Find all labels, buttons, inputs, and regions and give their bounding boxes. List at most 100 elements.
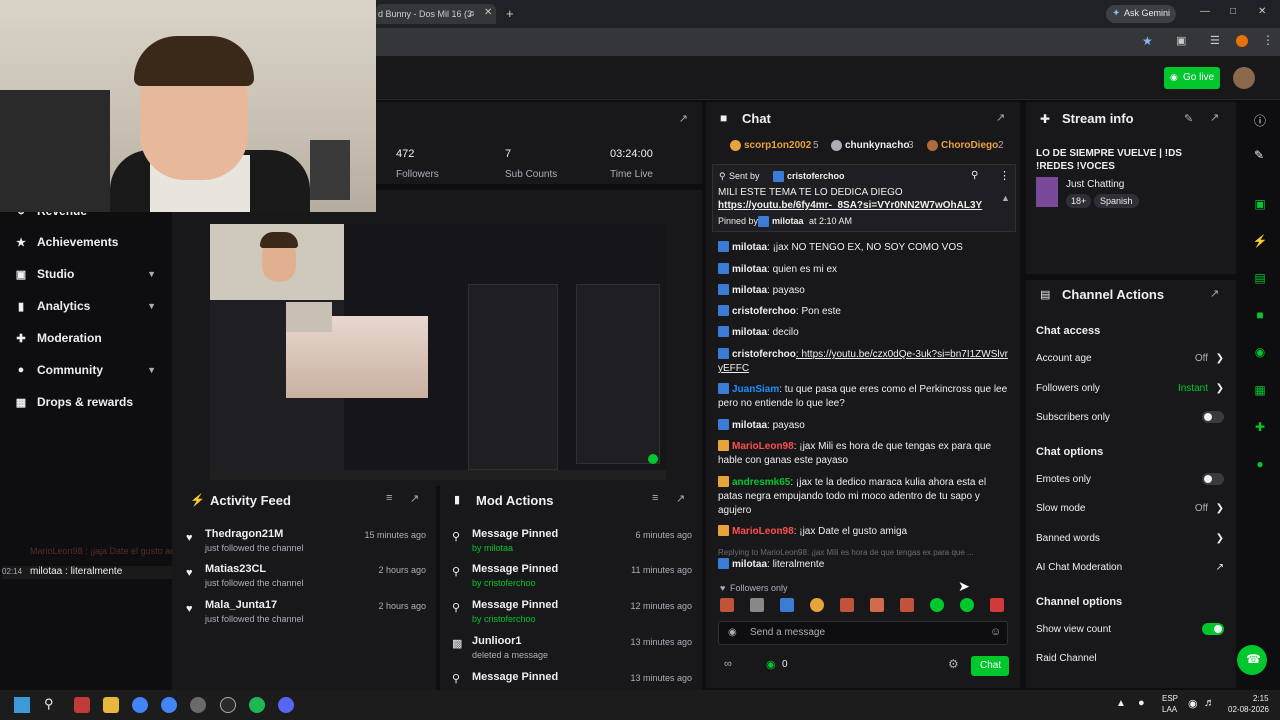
- chat-username[interactable]: MarioLeon98: [732, 526, 794, 537]
- spotify-icon[interactable]: [249, 697, 265, 713]
- subscribers-only-toggle[interactable]: [1202, 411, 1224, 423]
- more-icon[interactable]: ⋮: [1262, 33, 1274, 47]
- filter-icon[interactable]: ≡: [652, 492, 658, 504]
- chat-username[interactable]: milotaa: [732, 559, 767, 570]
- chevron-up-icon[interactable]: ▲: [1116, 698, 1126, 709]
- emote-icon[interactable]: [870, 598, 884, 612]
- volume-icon[interactable]: ♬: [1204, 697, 1215, 709]
- settings-icon[interactable]: [190, 697, 206, 713]
- file-explorer-icon[interactable]: [103, 697, 119, 713]
- unpin-icon[interactable]: ⚲: [971, 170, 978, 181]
- chat-input[interactable]: ◉ Send a message ☺: [718, 621, 1008, 645]
- slow-mode-row[interactable]: Slow mode Off ❯: [1036, 503, 1224, 514]
- broadcast-icon[interactable]: ◉: [1252, 345, 1268, 361]
- top-chatter-name[interactable]: scorp1on2002: [744, 140, 811, 151]
- stream-tag[interactable]: 18+: [1066, 194, 1092, 208]
- sidebar-item-studio[interactable]: ▣ Studio ▼: [14, 263, 164, 285]
- chrome-icon[interactable]: [161, 697, 177, 713]
- top-chatter-name[interactable]: ChoroDiego: [941, 140, 998, 151]
- chrome-icon[interactable]: [132, 697, 148, 713]
- discord-icon[interactable]: [278, 697, 294, 713]
- mod-action-by[interactable]: by cristoferchoo: [472, 614, 536, 624]
- more-icon[interactable]: ⋮: [999, 169, 1010, 182]
- chevron-up-icon[interactable]: ▲: [1001, 193, 1010, 203]
- chat-username[interactable]: JuanSiam: [732, 384, 779, 395]
- maximize-icon[interactable]: □: [1230, 6, 1236, 17]
- chat-username[interactable]: MarioLeon98: [732, 441, 794, 452]
- clock-time[interactable]: 2:15: [1253, 694, 1269, 703]
- help-bubble[interactable]: ☎: [1237, 645, 1267, 675]
- stream-preview[interactable]: [210, 224, 666, 480]
- popout-icon[interactable]: ↗: [1210, 287, 1219, 300]
- chat-username[interactable]: milotaa: [732, 242, 767, 253]
- focus-icon[interactable]: ▣: [1252, 197, 1268, 213]
- account-age-row[interactable]: Account age Off ❯: [1036, 353, 1224, 364]
- emote-icon[interactable]: [900, 598, 914, 612]
- chat-bubble-icon[interactable]: ■: [1252, 308, 1268, 324]
- gear-icon[interactable]: ⚙: [948, 657, 959, 671]
- sidebar-item-moderation[interactable]: ✚ Moderation: [14, 327, 164, 349]
- chat-username[interactable]: milotaa: [732, 264, 767, 275]
- emote-icon[interactable]: [810, 598, 824, 612]
- wrench-icon[interactable]: ✚: [1252, 420, 1268, 436]
- chat-send-button[interactable]: Chat: [971, 656, 1009, 676]
- emote-icon[interactable]: [750, 598, 764, 612]
- close-tab-icon[interactable]: ✕: [484, 7, 492, 18]
- popout-icon[interactable]: ↗: [676, 492, 685, 505]
- pinned-by-user[interactable]: milotaa: [772, 216, 804, 226]
- emote-icon[interactable]: [960, 598, 974, 612]
- search-icon[interactable]: ⚲: [44, 696, 54, 712]
- chat-username[interactable]: cristoferchoo: [732, 349, 796, 360]
- menu-icon[interactable]: ☰: [1210, 34, 1220, 47]
- chat-username[interactable]: milotaa: [732, 420, 767, 431]
- mod-action-by[interactable]: by cristoferchoo: [472, 578, 536, 588]
- sidebar-item-community[interactable]: ● Community ▼: [14, 359, 164, 381]
- chat-username[interactable]: andresmk65: [732, 477, 790, 488]
- stream-tag[interactable]: Spanish: [1094, 194, 1139, 208]
- raid-channel-row[interactable]: Raid Channel: [1036, 653, 1224, 664]
- minimize-icon[interactable]: —: [1200, 6, 1210, 17]
- banned-words-row[interactable]: Banned words ❯: [1036, 533, 1224, 544]
- emote-icon[interactable]: [990, 598, 1004, 612]
- app-icon[interactable]: [74, 697, 90, 713]
- points-icon[interactable]: ◉: [766, 658, 776, 671]
- pencil-icon[interactable]: ✎: [1254, 148, 1264, 162]
- stream-category[interactable]: Just Chatting: [1066, 179, 1124, 190]
- info-icon[interactable]: ⓘ: [1254, 112, 1266, 129]
- followers-only-row[interactable]: Followers only Instant ❯: [1036, 383, 1224, 394]
- sidebar-item-analytics[interactable]: ▮ Analytics ▼: [14, 295, 164, 317]
- go-live-button[interactable]: ◉ Go live: [1164, 67, 1220, 89]
- edit-icon[interactable]: ✎: [1184, 112, 1193, 125]
- sidebar-item-achievements[interactable]: ★ Achievements: [14, 231, 164, 253]
- extensions-icon[interactable]: ▣: [1176, 34, 1186, 47]
- chat-username[interactable]: cristoferchoo: [732, 306, 796, 317]
- microphone-icon[interactable]: ●: [1138, 697, 1145, 709]
- community-icon[interactable]: ●: [1252, 457, 1268, 473]
- dashboard-icon[interactable]: ▦: [1252, 383, 1268, 399]
- filter-icon[interactable]: ≡: [386, 492, 392, 504]
- popout-icon[interactable]: ↗: [1210, 111, 1219, 124]
- ask-gemini-button[interactable]: ✦ Ask Gemini: [1106, 5, 1176, 23]
- mod-action-title[interactable]: Junlioor1: [472, 635, 522, 647]
- lightning-icon[interactable]: ⚡: [1252, 234, 1268, 250]
- new-tab-icon[interactable]: +: [506, 6, 514, 21]
- mod-action-by[interactable]: by milotaa: [472, 543, 513, 553]
- pinned-sender[interactable]: cristoferchoo: [787, 171, 845, 181]
- browser-tab[interactable]: d Bunny - Dos Mil 16 (3· ♬ ✕: [376, 4, 496, 24]
- emote-icon[interactable]: [720, 598, 734, 612]
- popout-icon[interactable]: ↗: [410, 492, 419, 505]
- activity-user[interactable]: Matias23CL: [205, 563, 266, 575]
- top-chatter-name[interactable]: chunkynacho: [845, 140, 909, 151]
- hype-icon[interactable]: ∞: [724, 658, 732, 670]
- emoji-icon[interactable]: ☺: [990, 626, 1001, 638]
- chat-username[interactable]: milotaa: [732, 327, 767, 338]
- profile-avatar[interactable]: [1236, 35, 1248, 47]
- bookmark-star-icon[interactable]: ★: [1142, 34, 1153, 48]
- document-icon[interactable]: ▤: [1252, 271, 1268, 287]
- wifi-icon[interactable]: ◉: [1188, 697, 1198, 710]
- emote-icon[interactable]: [780, 598, 794, 612]
- popout-icon[interactable]: ↗: [996, 111, 1005, 124]
- emote-icon[interactable]: [840, 598, 854, 612]
- language-indicator[interactable]: ESP: [1162, 694, 1178, 703]
- emotes-only-toggle[interactable]: [1202, 473, 1224, 485]
